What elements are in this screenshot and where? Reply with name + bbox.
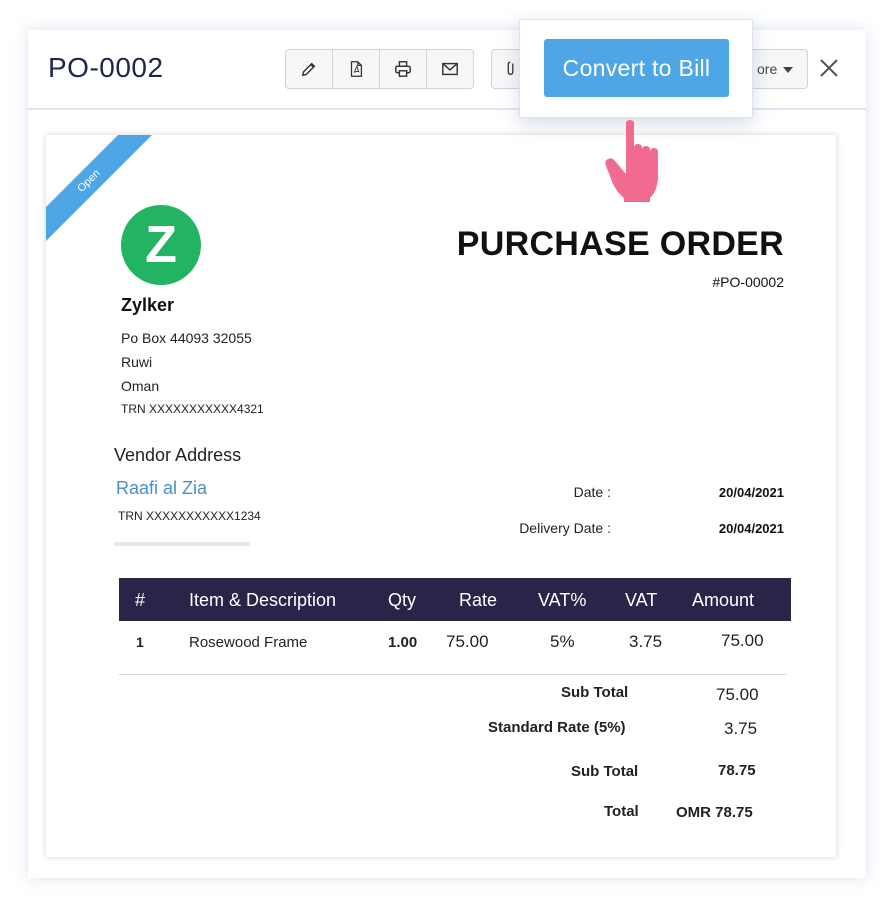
purchase-order-document: Open Z Zylker Po Box 44093 32055 Ruwi Om… (46, 135, 836, 857)
company-name: Zylker (121, 295, 175, 315)
row-number: 1 (136, 634, 144, 650)
divider (114, 542, 250, 546)
pdf-button[interactable] (333, 50, 380, 88)
subtotal-label: Sub Total (561, 684, 629, 701)
page-title: PO-0002 (48, 52, 164, 83)
convert-to-bill-button[interactable]: Convert to Bill (544, 39, 729, 97)
subtotal-value: 78.75 (718, 762, 756, 779)
company-logo: Z (121, 205, 201, 285)
pointer-hand-icon (605, 120, 658, 202)
email-button[interactable] (427, 50, 473, 88)
company-address-line: Oman (121, 378, 160, 394)
chevron-down-icon (783, 67, 793, 73)
row-item: Rosewood Frame (189, 634, 308, 651)
action-toolbar (285, 49, 474, 89)
delivery-date-label: Delivery Date : (519, 520, 611, 536)
company-address-line: Ruwi (121, 354, 153, 370)
date-value: 20/04/2021 (718, 485, 784, 500)
more-label: ore (757, 61, 778, 77)
row-qty: 1.00 (388, 634, 418, 651)
column-header-rate: Rate (459, 590, 498, 610)
subtotal-value: 75.00 (716, 685, 759, 704)
company-address-line: Po Box 44093 32055 (121, 330, 252, 346)
close-icon[interactable] (819, 58, 839, 78)
total-value: OMR 78.75 (676, 804, 753, 821)
row-vat: 3.75 (629, 632, 663, 651)
divider (119, 674, 787, 675)
document-heading: PURCHASE ORDER (456, 225, 784, 263)
total-label: Total (604, 803, 639, 820)
mail-icon (442, 62, 458, 76)
standard-rate-label: Standard Rate (5%) (488, 719, 626, 736)
paperclip-icon (507, 61, 514, 75)
pdf-icon (350, 61, 363, 77)
vendor-trn: TRN XXXXXXXXXXX1234 (118, 509, 261, 523)
edit-button[interactable] (286, 50, 333, 88)
row-vat-pct: 5% (550, 632, 575, 651)
company-trn: TRN XXXXXXXXXXX4321 (121, 402, 264, 416)
column-header-vat: VAT (625, 590, 658, 610)
standard-rate-value: 3.75 (724, 719, 758, 738)
vendor-name-link[interactable]: Raafi al Zia (116, 478, 207, 499)
delivery-date-value: 20/04/2021 (718, 521, 784, 536)
logo-letter: Z (145, 216, 177, 274)
column-header-vat-pct: VAT% (538, 590, 587, 610)
convert-popover: Convert to Bill (519, 19, 753, 118)
printer-icon (395, 61, 411, 77)
row-rate: 75.00 (446, 632, 489, 651)
po-number: #PO-00002 (712, 274, 784, 290)
column-header-qty: Qty (388, 590, 417, 610)
vendor-address-label: Vendor Address (114, 445, 242, 465)
column-header-amount: Amount (692, 590, 755, 610)
row-amount: 75.00 (721, 631, 764, 650)
subtotal-label: Sub Total (571, 763, 639, 780)
date-label: Date : (573, 484, 611, 500)
items-table-header: # Item & Description Qty Rate VAT% VAT A… (119, 578, 791, 621)
pencil-icon (301, 62, 316, 77)
print-button[interactable] (380, 50, 427, 88)
column-header-item: Item & Description (189, 590, 337, 610)
column-header-number: # (135, 590, 146, 610)
